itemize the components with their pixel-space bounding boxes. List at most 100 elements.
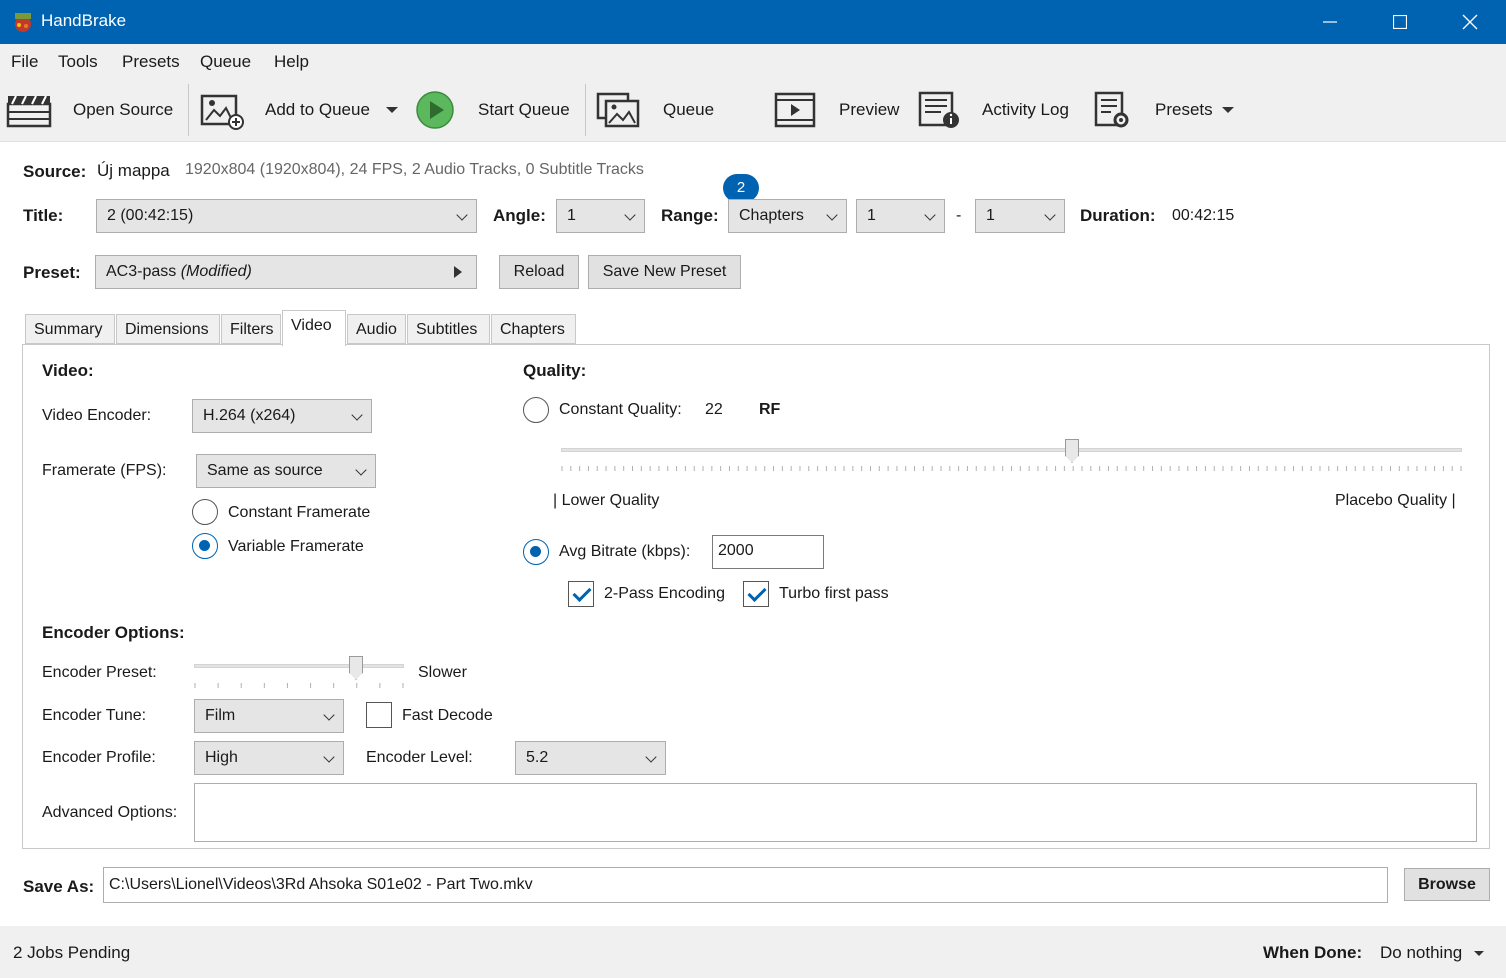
advanced-options-textarea[interactable] <box>194 783 1477 842</box>
menu-queue[interactable]: Queue <box>200 52 251 72</box>
constant-quality-radio[interactable] <box>523 397 549 423</box>
avg-bitrate-radio[interactable] <box>523 539 549 565</box>
encoder-preset-slider-track[interactable] <box>194 664 404 668</box>
source-info: 1920x804 (1920x804), 24 FPS, 2 Audio Tra… <box>185 161 644 178</box>
add-image-icon <box>200 94 244 130</box>
video-encoder-value: H.264 (x264) <box>203 407 296 424</box>
when-done-value: Do nothing <box>1380 943 1463 962</box>
close-button[interactable] <box>1447 0 1493 44</box>
fast-decode-label: Fast Decode <box>402 707 493 724</box>
encoder-profile-label: Encoder Profile: <box>42 749 156 766</box>
variable-framerate-radio[interactable] <box>192 533 218 559</box>
minimize-icon <box>1323 21 1337 23</box>
title-select-value: 2 (00:42:15) <box>107 207 194 224</box>
variable-framerate-label: Variable Framerate <box>228 538 364 555</box>
constant-quality-value: 22 <box>705 401 723 418</box>
chevron-down-icon <box>645 751 657 763</box>
chevron-down-icon <box>924 209 936 221</box>
range-start-select[interactable]: 1 <box>856 199 945 233</box>
preset-name: AC3-pass <box>106 263 177 280</box>
angle-select[interactable]: 1 <box>556 199 645 233</box>
menu-help[interactable]: Help <box>274 52 309 72</box>
tab-audio[interactable]: Audio <box>347 314 406 344</box>
tab-filters[interactable]: Filters <box>221 314 281 344</box>
range-type-select[interactable]: Chapters <box>728 199 847 233</box>
range-separator: - <box>956 207 962 224</box>
title-select[interactable]: 2 (00:42:15) <box>96 199 477 233</box>
film-preview-icon <box>774 92 816 128</box>
menu-bar: File Tools Presets Queue Help <box>0 44 1506 78</box>
browse-button[interactable]: Browse <box>1404 868 1490 901</box>
range-end-value: 1 <box>986 207 995 224</box>
toolbar: Open Source Add to Queue Start Queue Que… <box>0 78 1506 202</box>
play-icon <box>416 91 454 129</box>
start-queue-label: Start Queue <box>478 100 570 119</box>
toolbar-separator <box>585 84 586 136</box>
source-name: Új mappa <box>97 161 170 180</box>
chevron-down-icon <box>355 464 367 476</box>
video-encoder-select[interactable]: H.264 (x264) <box>192 399 372 433</box>
open-source-label: Open Source <box>73 100 174 119</box>
constant-framerate-label: Constant Framerate <box>228 504 371 521</box>
minimize-button[interactable] <box>1307 0 1353 44</box>
encoder-preset-slider-ticks <box>194 683 404 688</box>
turbo-first-pass-checkbox[interactable] <box>743 581 769 607</box>
quality-slider-track[interactable] <box>561 448 1462 452</box>
encoder-level-select[interactable]: 5.2 <box>515 741 666 775</box>
tab-subtitles[interactable]: Subtitles <box>407 314 490 344</box>
tab-video[interactable]: Video <box>282 310 346 346</box>
framerate-value: Same as source <box>207 462 323 479</box>
constant-framerate-radio[interactable] <box>192 499 218 525</box>
close-icon <box>1462 14 1478 30</box>
presets-dropdown-icon[interactable] <box>1222 107 1234 113</box>
range-type-value: Chapters <box>739 207 804 224</box>
title-label: Title: <box>23 206 64 225</box>
encoder-preset-label: Encoder Preset: <box>42 664 157 681</box>
window-title: HandBrake <box>41 11 127 30</box>
tab-chapters[interactable]: Chapters <box>491 314 576 344</box>
tab-dimensions[interactable]: Dimensions <box>116 314 220 344</box>
reload-button[interactable]: Reload <box>499 255 579 289</box>
maximize-icon <box>1393 15 1407 29</box>
encoder-tune-select[interactable]: Film <box>194 699 344 733</box>
encoder-tune-label: Encoder Tune: <box>42 707 147 724</box>
save-new-preset-button[interactable]: Save New Preset <box>588 255 741 289</box>
video-heading: Video: <box>42 361 94 380</box>
handbrake-logo-icon <box>15 13 31 32</box>
chevron-down-icon <box>624 209 636 221</box>
chevron-down-icon <box>323 751 335 763</box>
avg-bitrate-label: Avg Bitrate (kbps): <box>559 543 691 560</box>
encoder-options-heading: Encoder Options: <box>42 623 185 642</box>
queue-images-icon <box>596 92 640 128</box>
preset-modified: (Modified) <box>180 263 252 280</box>
two-pass-label: 2-Pass Encoding <box>604 585 725 602</box>
two-pass-checkbox[interactable] <box>568 581 594 607</box>
queue-label: Queue <box>663 100 715 119</box>
constant-quality-label: Constant Quality: <box>559 401 682 418</box>
presets-label: Presets <box>1155 100 1213 119</box>
framerate-label: Framerate (FPS): <box>42 462 167 479</box>
menu-file[interactable]: File <box>11 52 38 72</box>
angle-label: Angle: <box>493 206 546 225</box>
quality-slider-ticks <box>561 466 1462 471</box>
maximize-button[interactable] <box>1377 0 1423 44</box>
chevron-down-icon <box>1474 951 1484 956</box>
preset-selector[interactable]: AC3-pass (Modified) <box>95 255 477 289</box>
queue-count-badge: 2 <box>723 174 759 202</box>
fast-decode-checkbox[interactable] <box>366 702 392 728</box>
avg-bitrate-input[interactable]: 2000 <box>712 535 824 569</box>
add-to-queue-dropdown-icon[interactable] <box>386 107 398 113</box>
presets-settings-icon <box>1094 91 1129 128</box>
range-end-select[interactable]: 1 <box>975 199 1065 233</box>
rf-label: RF <box>759 401 781 418</box>
encoder-preset-value: Slower <box>418 664 467 681</box>
quality-heading: Quality: <box>523 361 587 380</box>
title-bar: HandBrake <box>0 0 1506 44</box>
menu-tools[interactable]: Tools <box>58 52 98 72</box>
encoder-profile-select[interactable]: High <box>194 741 344 775</box>
save-as-path-input[interactable]: C:\Users\Lionel\Videos\3Rd Ahsoka S01e02… <box>103 867 1388 903</box>
menu-presets[interactable]: Presets <box>122 52 180 72</box>
framerate-select[interactable]: Same as source <box>196 454 376 488</box>
tab-summary[interactable]: Summary <box>25 314 115 344</box>
encoder-level-label: Encoder Level: <box>366 749 473 766</box>
